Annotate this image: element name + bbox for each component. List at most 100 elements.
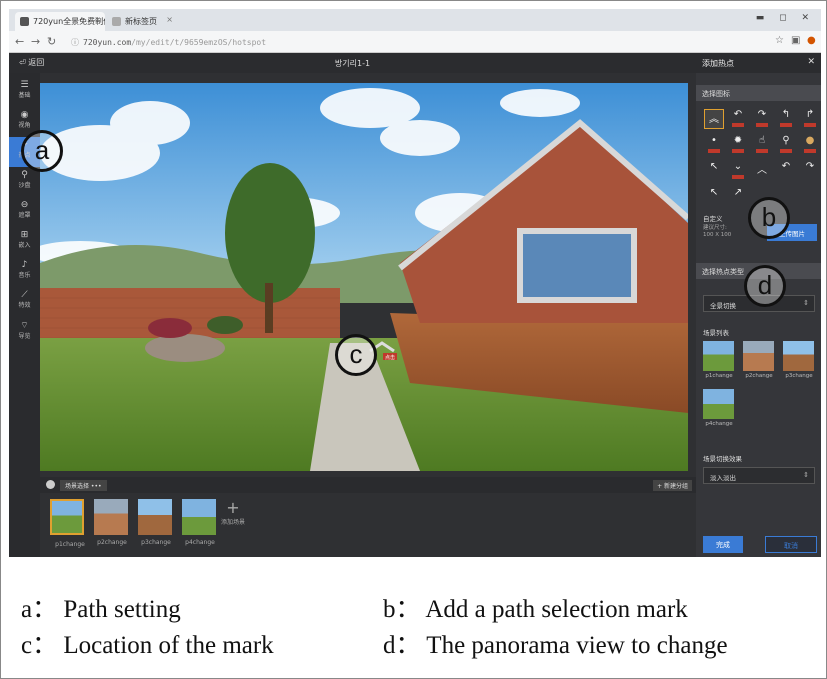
- scene-thumb-label: p2change: [97, 539, 127, 546]
- extension-icon[interactable]: ▣: [791, 35, 800, 46]
- back-arrow-icon[interactable]: ←: [15, 35, 24, 48]
- info-icon: ⓘ: [71, 38, 79, 47]
- forward-arrow-icon[interactable]: →: [31, 35, 40, 48]
- caption-a: a： Path setting: [21, 596, 181, 623]
- hotspot-icon-option[interactable]: ↷: [800, 161, 820, 181]
- browser-tab[interactable]: 新标签页 ×: [107, 12, 177, 31]
- nav-effect[interactable]: ⟋ 特效: [9, 287, 40, 317]
- custom-label: 自定义: [703, 215, 723, 223]
- add-scene-button[interactable]: + 添加场景: [218, 499, 248, 535]
- url-path: /my/edit/t/9659emzOS/hotspot: [131, 38, 267, 47]
- reload-icon[interactable]: ↻: [47, 35, 56, 48]
- url-field[interactable]: ⓘ 720yun.com/my/edit/t/9659emzOS/hotspot: [65, 34, 755, 50]
- select-value: 淡入淡出: [710, 474, 736, 482]
- hotspot-icon-option[interactable]: ●: [800, 135, 820, 155]
- hotspot-icon-option[interactable]: ↖: [704, 161, 724, 181]
- nav-label: 导览: [18, 333, 31, 340]
- hotspot-icon-option[interactable]: ⌄: [728, 161, 748, 181]
- marker-c: c: [335, 334, 377, 376]
- nav-label: 基础: [18, 92, 31, 99]
- scene-thumb-label: p4change: [185, 539, 215, 546]
- transition-select[interactable]: 淡入淡出 ⇕: [703, 467, 815, 484]
- select-icon-header: 选择图标: [696, 85, 821, 101]
- music-icon: ♪: [21, 260, 28, 270]
- bookmark-star-icon[interactable]: ☆: [775, 35, 784, 46]
- plus-icon: +: [226, 498, 240, 517]
- new-group-button[interactable]: + 新建分组: [653, 480, 692, 491]
- scene-list-label: p3change: [785, 373, 813, 379]
- done-button[interactable]: 完成: [703, 536, 743, 553]
- scene-list-item[interactable]: p3change: [783, 341, 814, 379]
- scene-thumbnail[interactable]: p1change: [50, 499, 85, 548]
- scene-strip-header: 场景选择 ••• + 新建分组: [40, 477, 696, 493]
- hotspot-icon-option[interactable]: ︽: [704, 109, 724, 129]
- new-badge: [804, 149, 816, 153]
- new-badge: [756, 149, 768, 153]
- tab-bar: 720yun全景免费制作工具 × 新标签页 × ▬ ◻ ✕: [9, 9, 821, 31]
- new-badge: [780, 123, 792, 127]
- panorama-scene: 点击: [40, 83, 688, 471]
- nav-mask[interactable]: ⊖ 遮罩: [9, 197, 40, 227]
- scene-thumbnail[interactable]: p4change: [182, 499, 216, 546]
- flower-bush: [148, 318, 192, 338]
- hotspot-icon-option[interactable]: ↶: [776, 161, 796, 181]
- nav-embed[interactable]: ⊞ 嵌入: [9, 227, 40, 257]
- toggle-icon[interactable]: [46, 480, 55, 489]
- hotspot-icon-option[interactable]: ↖: [704, 187, 724, 207]
- hotspot-icon-option[interactable]: •: [704, 135, 724, 155]
- hotspot-icon-option[interactable]: ︿: [752, 161, 772, 181]
- close-tab-icon[interactable]: ×: [166, 15, 173, 24]
- new-badge: [804, 123, 816, 127]
- scene-strip: 场景选择 ••• + 新建分组 p1change p2change p3chan…: [40, 477, 696, 557]
- panorama-viewer[interactable]: 点击: [40, 83, 688, 471]
- url-domain: 720yun.com: [83, 38, 132, 47]
- marker-b: b: [748, 197, 790, 239]
- nav-basic[interactable]: ☰ 基础: [9, 77, 40, 107]
- guide-icon: ⌔: [20, 321, 29, 331]
- scene-thumbnail[interactable]: p2change: [94, 499, 128, 546]
- nav-label: 视角: [18, 122, 31, 129]
- close-icon[interactable]: ✕: [807, 57, 815, 67]
- hotspot-icon-option[interactable]: ↱: [800, 109, 820, 129]
- figure-frame: 720yun全景免费制作工具 × 新标签页 × ▬ ◻ ✕ ← → ↻ ⓘ 720…: [0, 0, 827, 679]
- hotspot-icon-option[interactable]: ↷: [752, 109, 772, 129]
- hotspot-icon-option[interactable]: ✹: [728, 135, 748, 155]
- hotspot-icon-option[interactable]: ↰: [776, 109, 796, 129]
- scene-list-item[interactable]: p1change: [703, 341, 734, 379]
- nav-guide[interactable]: ⌔ 导览: [9, 317, 40, 347]
- browser-tab-active[interactable]: 720yun全景免费制作工具 ×: [15, 12, 105, 31]
- browser-window: 720yun全景免费制作工具 × 新标签页 × ▬ ◻ ✕ ← → ↻ ⓘ 720…: [9, 9, 821, 557]
- address-bar: ← → ↻ ⓘ 720yun.com/my/edit/t/9659emzOS/ho…: [9, 31, 821, 53]
- cancel-button[interactable]: 取消: [765, 536, 817, 553]
- nav-sandbox[interactable]: ⚲ 沙盘: [9, 167, 40, 197]
- caption-d: d： The panorama view to change: [383, 632, 728, 659]
- project-title: 방기리1-1: [334, 59, 371, 68]
- marker-a: a: [21, 130, 63, 172]
- effect-icon: ⟋: [21, 290, 28, 300]
- window-controls[interactable]: ▬ ◻ ✕: [756, 13, 815, 23]
- new-badge: [732, 175, 744, 179]
- scene-select-button[interactable]: 场景选择 •••: [60, 480, 107, 491]
- mask-icon: ⊖: [20, 200, 29, 210]
- scene-thumbnail[interactable]: p3change: [138, 499, 172, 546]
- hotspot-icon-option[interactable]: ↗: [728, 187, 748, 207]
- hotspot-icon-option[interactable]: ⚲: [776, 135, 796, 155]
- close-tab-icon[interactable]: ×: [94, 15, 101, 24]
- nav-label: 特效: [18, 302, 31, 309]
- scene-list-item[interactable]: p4change: [703, 389, 734, 427]
- scene-thumb-label: p3change: [141, 539, 171, 546]
- transition-label: 场景切换效果: [703, 455, 742, 463]
- garden-rock: [145, 334, 225, 362]
- new-badge: [732, 123, 744, 127]
- panel-title: 添加热点: [696, 53, 821, 73]
- scene-list-item[interactable]: p2change: [743, 341, 774, 379]
- hotspot-icon-option[interactable]: ☝: [752, 135, 772, 155]
- account-icon[interactable]: ●: [807, 35, 816, 46]
- new-badge: [780, 149, 792, 153]
- scene-list-label: p4change: [705, 421, 733, 427]
- marker-d: d: [744, 265, 786, 307]
- figure-caption: a： Path setting b： Add a path selection …: [1, 567, 827, 677]
- hotspot-icon-option[interactable]: ↶: [728, 109, 748, 129]
- nav-music[interactable]: ♪ 音乐: [9, 257, 40, 287]
- hint-line: 100 X 100: [703, 232, 732, 238]
